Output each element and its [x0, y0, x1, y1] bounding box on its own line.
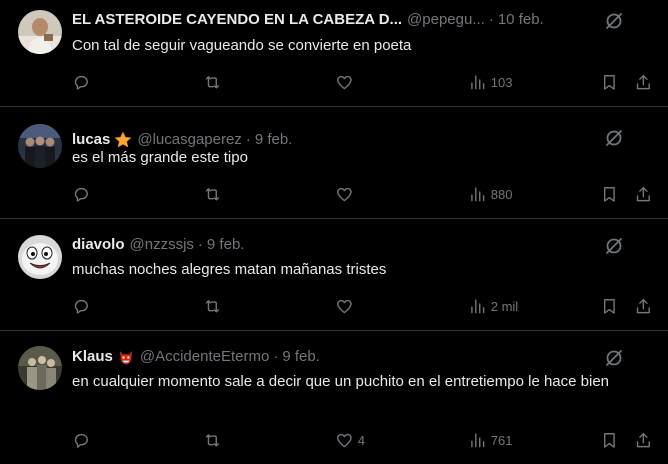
- heart-icon: [337, 299, 352, 313]
- tweet-header: Klaus @AccidenteEtermo · 9 feb.: [72, 347, 320, 367]
- view-count: 880: [490, 186, 513, 202]
- views-button[interactable]: 2 mil: [468, 296, 518, 316]
- view-count: 103: [490, 74, 513, 90]
- grok-slash-icon[interactable]: [604, 236, 624, 256]
- separator-dot: ·: [197, 236, 203, 253]
- views-button[interactable]: 880: [468, 184, 512, 204]
- retweet-button[interactable]: [203, 430, 226, 450]
- share-icon: [636, 186, 650, 201]
- reply-icon: [74, 299, 88, 314]
- view-count: 2 mil: [490, 298, 519, 314]
- reply-feed: EL ASTEROIDE CAYENDO EN LA CABEZA D... @…: [0, 0, 668, 464]
- timestamp[interactable]: 9 feb.: [207, 235, 245, 255]
- username[interactable]: @nzzssjs: [130, 235, 194, 255]
- tweet-header: EL ASTEROIDE CAYENDO EN LA CABEZA D... @…: [72, 10, 544, 30]
- views-button[interactable]: 103: [468, 72, 512, 92]
- share-icon: [636, 432, 650, 447]
- grok-slash-icon[interactable]: [604, 11, 624, 31]
- bookmark-button[interactable]: [600, 72, 619, 92]
- heart-icon: [337, 433, 352, 447]
- avatar[interactable]: [18, 346, 62, 390]
- like-button[interactable]: 4: [335, 430, 365, 450]
- retweet-button[interactable]: [203, 296, 226, 316]
- retweet-button[interactable]: [203, 184, 226, 204]
- share-button[interactable]: [634, 72, 653, 92]
- grok-slash-icon[interactable]: [604, 348, 624, 368]
- share-button[interactable]: [634, 184, 653, 204]
- timestamp[interactable]: 10 feb.: [498, 10, 544, 30]
- retweet-icon: [205, 187, 219, 201]
- bookmark-icon: [603, 74, 615, 90]
- share-icon: [636, 298, 650, 313]
- like-count: 4: [357, 432, 365, 448]
- bookmark-icon: [603, 298, 615, 314]
- like-button[interactable]: [335, 72, 358, 92]
- reply-icon: [74, 433, 88, 448]
- tweet[interactable]: lucas @lucasgaperez · 9 feb. es el más g…: [0, 107, 668, 219]
- like-button[interactable]: [335, 184, 358, 204]
- analytics-icon: [471, 75, 485, 89]
- tweet-header: diavolo @nzzssjs · 9 feb.: [72, 235, 244, 255]
- retweet-icon: [205, 299, 219, 313]
- tweet[interactable]: EL ASTEROIDE CAYENDO EN LA CABEZA D... @…: [0, 0, 668, 107]
- share-icon: [636, 74, 650, 89]
- bookmark-button[interactable]: [600, 296, 619, 316]
- avatar[interactable]: [18, 10, 62, 54]
- avatar[interactable]: [18, 124, 62, 168]
- share-button[interactable]: [634, 296, 653, 316]
- analytics-icon: [471, 187, 485, 201]
- reply-button[interactable]: [72, 72, 95, 92]
- bookmark-icon: [603, 432, 615, 448]
- tweet[interactable]: diavolo @nzzssjs · 9 feb. muchas noches …: [0, 219, 668, 331]
- username[interactable]: @AccidenteEtermo: [140, 347, 269, 367]
- heart-icon: [337, 75, 352, 89]
- reply-button[interactable]: [72, 184, 95, 204]
- bookmark-button[interactable]: [600, 430, 619, 450]
- like-button[interactable]: [335, 296, 358, 316]
- separator-dot: ·: [488, 11, 494, 28]
- tweet-text: muchas noches alegres matan mañanas tris…: [72, 261, 387, 278]
- heart-icon: [337, 187, 352, 201]
- view-count: 761: [490, 432, 513, 448]
- reply-icon: [74, 187, 88, 202]
- tweet[interactable]: Klaus @AccidenteEtermo · 9 feb. en cualq…: [0, 331, 668, 464]
- share-button[interactable]: [634, 430, 653, 450]
- display-name[interactable]: diavolo: [72, 235, 125, 255]
- timestamp[interactable]: 9 feb.: [282, 347, 320, 367]
- display-name[interactable]: Klaus: [72, 347, 113, 367]
- grok-slash-icon[interactable]: [604, 128, 624, 148]
- tweet-text: Con tal de seguir vagueando se convierte…: [72, 37, 412, 54]
- separator-dot: ·: [273, 348, 279, 365]
- retweet-button[interactable]: [203, 72, 226, 92]
- bookmark-button[interactable]: [600, 184, 619, 204]
- display-name[interactable]: EL ASTEROIDE CAYENDO EN LA CABEZA D...: [72, 10, 402, 30]
- analytics-icon: [471, 433, 485, 447]
- tweet-text: en cualquier momento sale a decir que un…: [72, 373, 610, 390]
- reply-button[interactable]: [72, 296, 95, 316]
- views-button[interactable]: 761: [468, 430, 512, 450]
- retweet-icon: [205, 75, 219, 89]
- tweet-text: es el más grande este tipo: [72, 149, 248, 166]
- retweet-icon: [205, 433, 219, 447]
- reply-icon: [74, 75, 88, 90]
- username[interactable]: @pepegu...: [407, 10, 485, 30]
- ogre-mask-icon: [119, 350, 133, 365]
- analytics-icon: [471, 299, 485, 313]
- avatar[interactable]: [18, 235, 62, 279]
- bookmark-icon: [603, 186, 615, 202]
- reply-button[interactable]: [72, 430, 95, 450]
